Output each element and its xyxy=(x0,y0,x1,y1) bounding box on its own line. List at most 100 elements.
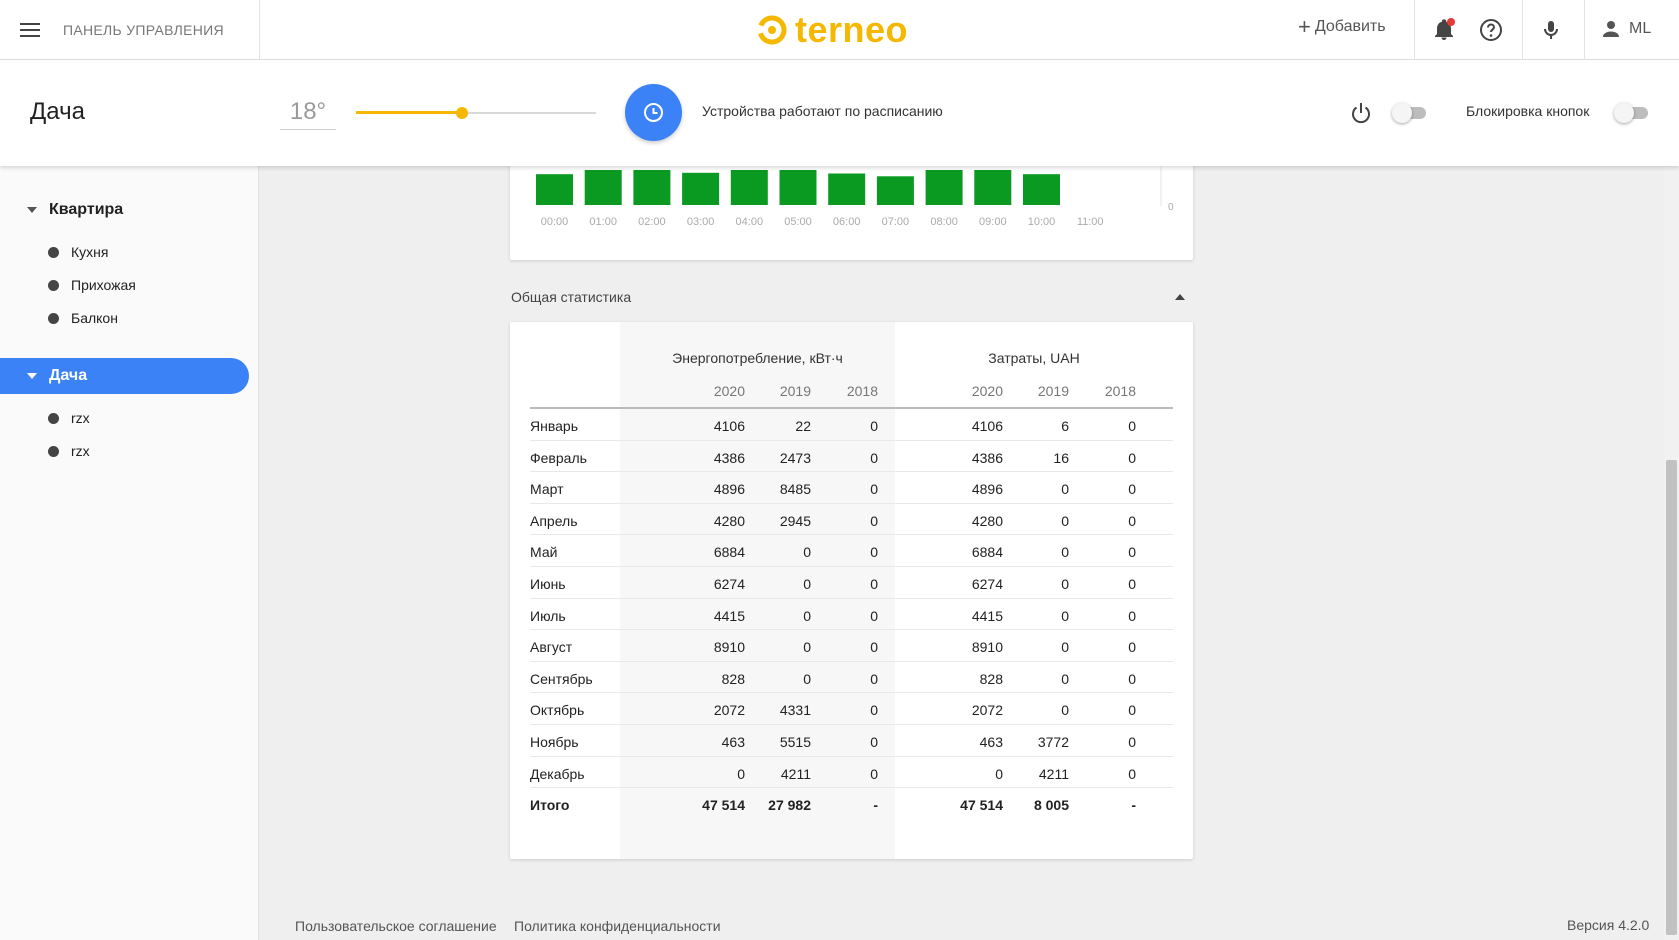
cost-value-cell: 0 xyxy=(1061,639,1069,656)
energy-value-cell: 22 xyxy=(795,418,811,434)
month-cell: Февраль xyxy=(530,449,587,466)
logo-text: terneo xyxy=(795,9,909,50)
sidebar-item-room[interactable]: rzx xyxy=(48,406,90,430)
energy-value-cell: 6274 xyxy=(713,576,745,592)
year-header: 2018 xyxy=(846,383,878,399)
energy-value-cell: 0 xyxy=(870,670,878,687)
table-row: Май 6884 0 0 6884 0 0 xyxy=(530,535,1173,567)
panel-title[interactable]: ПАНЕЛЬ УПРАВЛЕНИЯ xyxy=(63,22,224,38)
month-cell: Май xyxy=(530,544,558,561)
notification-dot xyxy=(1447,18,1455,26)
terneo-logo[interactable]: terneo xyxy=(757,8,908,52)
sidebar-group-dacha[interactable]: Дача xyxy=(0,358,249,394)
chart-bar xyxy=(876,176,914,205)
help-button[interactable] xyxy=(1477,16,1505,44)
cost-value-cell: 0 xyxy=(1061,607,1069,624)
cost-value-cell: 8 005 xyxy=(1033,797,1069,814)
cost-value-cell: 0 xyxy=(1128,639,1136,656)
sidebar-item-room[interactable]: Кухня xyxy=(48,240,108,264)
energy-value-cell: 8910 xyxy=(713,639,745,656)
month-cell: Итого xyxy=(530,797,570,814)
chart-bar xyxy=(633,170,671,205)
menu-button[interactable] xyxy=(16,16,44,44)
schedule-status: Устройства работают по расписанию xyxy=(702,103,943,119)
add-button[interactable]: + Добавить xyxy=(1298,16,1386,38)
sidebar-group-kvartira[interactable]: Квартира xyxy=(0,192,249,228)
month-cell: Ноябрь xyxy=(530,734,579,750)
cost-value-cell: 4386 xyxy=(971,449,1003,466)
cost-value-cell: 0 xyxy=(1128,544,1136,561)
caret-up-icon[interactable] xyxy=(1175,294,1185,300)
table-row: Февраль 4386 2473 0 4386 16 0 xyxy=(530,441,1173,473)
cost-value-cell: 6884 xyxy=(971,544,1003,561)
sidebar-item-room[interactable]: rzx xyxy=(48,439,90,463)
add-button-label: Добавить xyxy=(1314,18,1386,35)
user-agreement-link[interactable]: Пользовательское соглашение xyxy=(295,918,497,934)
cost-value-cell: 4280 xyxy=(971,512,1003,529)
device-control-bar: Дача 18° Устройства работают по расписан… xyxy=(0,60,1679,166)
energy-value-cell: - xyxy=(873,797,878,814)
cost-value-cell: 4211 xyxy=(1038,765,1069,782)
table-row: Апрель 4280 2945 0 4280 0 0 xyxy=(530,504,1173,536)
cost-value-cell: 0 xyxy=(1061,670,1069,687)
button-lock-label: Блокировка кнопок xyxy=(1466,103,1590,119)
sidebar-item-room[interactable]: Балкон xyxy=(48,306,118,330)
room-label: rzx xyxy=(71,410,90,426)
energy-value-cell: 27 982 xyxy=(768,797,811,814)
cost-value-cell: 0 xyxy=(1061,544,1069,561)
month-cell: Август xyxy=(530,639,573,656)
chart-x-tick-label: 01:00 xyxy=(589,216,617,228)
divider xyxy=(1414,0,1415,60)
energy-value-cell: 0 xyxy=(870,607,878,624)
table-row: Октябрь 2072 4331 0 2072 0 0 xyxy=(530,693,1173,725)
energy-value-cell: 4211 xyxy=(780,765,811,782)
energy-value-cell: 0 xyxy=(870,576,878,592)
temperature-slider[interactable] xyxy=(356,105,596,121)
cost-value-cell: 6274 xyxy=(971,576,1003,592)
divider xyxy=(1584,0,1585,60)
section-title: Общая статистика xyxy=(511,289,632,305)
energy-value-cell: 6884 xyxy=(713,544,745,561)
cost-value-cell: 0 xyxy=(1128,481,1136,498)
cost-value-cell: 0 xyxy=(1128,734,1136,750)
bell-icon xyxy=(1435,18,1455,40)
sidebar-item-room[interactable]: Прихожая xyxy=(48,273,136,297)
cost-value-cell: 0 xyxy=(1128,670,1136,687)
cost-value-cell: 0 xyxy=(1061,702,1069,719)
energy-value-cell: 0 xyxy=(870,544,878,561)
month-cell: Март xyxy=(530,481,564,498)
temperature-value[interactable]: 18° xyxy=(280,98,336,130)
year-header: 2019 xyxy=(1037,383,1069,399)
voice-button[interactable] xyxy=(1537,16,1565,44)
cost-value-cell: 2072 xyxy=(971,702,1003,719)
cost-value-cell: 0 xyxy=(1128,576,1136,592)
group-label: Дача xyxy=(49,367,88,384)
cost-value-cell: 463 xyxy=(979,734,1003,750)
cost-value-cell: 0 xyxy=(1128,607,1136,624)
chart-bar xyxy=(536,174,573,205)
privacy-policy-link[interactable]: Политика конфиденциальности xyxy=(514,918,721,934)
user-menu[interactable]: ML xyxy=(1599,17,1651,41)
power-toggle[interactable] xyxy=(1392,103,1428,123)
chart-x-tick-label: 09:00 xyxy=(979,216,1007,228)
energy-value-cell: 0 xyxy=(870,734,878,750)
help-circle-icon xyxy=(1480,19,1502,41)
energy-value-cell: 8485 xyxy=(779,481,811,498)
chart-x-tick-label: 11:00 xyxy=(1077,216,1104,228)
chart-bar xyxy=(682,172,720,205)
year-header: 2018 xyxy=(1104,383,1136,399)
energy-value-cell: 0 xyxy=(803,670,811,687)
chart-bar xyxy=(1023,174,1060,205)
slider-thumb[interactable] xyxy=(455,107,468,119)
device-name: Дача xyxy=(30,98,85,125)
notifications-button[interactable] xyxy=(1430,16,1458,44)
energy-value-cell: 463 xyxy=(721,734,745,750)
energy-value-cell: 0 xyxy=(870,449,878,466)
cost-value-cell: 6 xyxy=(1061,418,1069,434)
page-scrollbar[interactable] xyxy=(1664,60,1679,940)
button-lock-toggle[interactable] xyxy=(1614,103,1650,123)
year-header: 2020 xyxy=(971,383,1003,399)
schedule-button[interactable] xyxy=(625,84,682,141)
table-row: Январь 4106 22 0 4106 6 0 xyxy=(530,409,1173,441)
scrollbar-thumb[interactable] xyxy=(1666,460,1677,935)
